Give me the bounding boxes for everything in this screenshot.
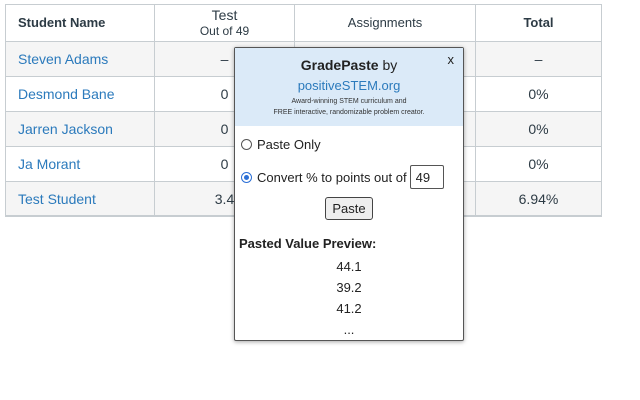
name-cell: Ja Morant xyxy=(5,147,155,181)
column-header-test[interactable]: Test Out of 49 xyxy=(155,4,295,41)
paste-only-label: Paste Only xyxy=(257,137,321,152)
convert-radio[interactable] xyxy=(241,171,252,183)
test-header-title: Test xyxy=(211,6,238,23)
total-cell: 6.94% xyxy=(476,182,602,216)
paste-only-option[interactable]: Paste Only xyxy=(241,137,321,152)
preview-ellipsis: ... xyxy=(343,322,355,337)
student-name-header-label: Student Name xyxy=(18,15,106,30)
name-cell: Desmond Bane xyxy=(5,77,155,111)
total-cell: – xyxy=(476,42,602,76)
total-value: 0% xyxy=(528,121,549,137)
student-link[interactable]: Steven Adams xyxy=(18,51,108,67)
popup-title-brand: GradePaste xyxy=(300,57,379,73)
paste-button[interactable]: Paste xyxy=(325,197,373,220)
convert-label: Convert % to points out of xyxy=(257,169,407,185)
total-value: 0% xyxy=(528,86,549,102)
column-header-student-name[interactable]: Student Name xyxy=(5,4,155,41)
popup-header: GradePaste by positiveSTEM.org Award-win… xyxy=(235,48,463,126)
positivestem-link[interactable]: positiveSTEM.org xyxy=(235,78,463,93)
points-out-of-input[interactable] xyxy=(409,165,444,189)
popup-title: GradePaste by xyxy=(235,57,463,73)
assignments-header-label: Assignments xyxy=(347,15,423,30)
popup-tagline-line2: FREE interactive, randomizable problem c… xyxy=(273,109,425,116)
column-header-total[interactable]: Total xyxy=(476,4,602,41)
column-header-assignments[interactable]: Assignments xyxy=(295,4,476,41)
total-header-label: Total xyxy=(523,15,554,30)
preview-value: 39.2 xyxy=(336,280,362,295)
total-cell: 0% xyxy=(476,112,602,146)
test-score-value: 0 xyxy=(220,121,229,137)
test-header-subtitle: Out of 49 xyxy=(199,23,250,38)
total-cell: 0% xyxy=(476,77,602,111)
paste-only-radio[interactable] xyxy=(241,139,252,150)
test-score-value: – xyxy=(220,51,229,67)
test-score-value: 0 xyxy=(220,86,229,102)
preview-title: Pasted Value Preview: xyxy=(239,236,377,251)
total-value: 6.94% xyxy=(518,191,559,207)
total-cell: 0% xyxy=(476,147,602,181)
preview-value: 41.2 xyxy=(336,301,362,316)
student-link[interactable]: Jarren Jackson xyxy=(18,121,113,137)
total-value: – xyxy=(534,51,543,67)
gradepaste-popup: GradePaste by positiveSTEM.org Award-win… xyxy=(234,47,464,341)
total-value: 0% xyxy=(528,156,549,172)
student-link[interactable]: Ja Morant xyxy=(18,156,80,172)
name-cell: Steven Adams xyxy=(5,42,155,76)
test-score-value: 3.4 xyxy=(214,191,235,207)
close-icon[interactable]: x xyxy=(448,52,455,67)
popup-tagline-line1: Award-winning STEM curriculum and xyxy=(291,98,407,105)
preview-value: 44.1 xyxy=(336,259,362,274)
name-cell: Jarren Jackson xyxy=(5,112,155,146)
convert-option[interactable]: Convert % to points out of xyxy=(241,165,444,189)
table-header-row: Student Name Test Out of 49 Assignments … xyxy=(5,4,602,42)
popup-title-suffix: by xyxy=(378,57,398,73)
preview-list: 44.1 39.2 41.2 ... xyxy=(235,256,463,340)
student-link[interactable]: Test Student xyxy=(18,191,96,207)
test-score-value: 0 xyxy=(220,156,229,172)
student-link[interactable]: Desmond Bane xyxy=(18,86,115,102)
name-cell: Test Student xyxy=(5,182,155,216)
